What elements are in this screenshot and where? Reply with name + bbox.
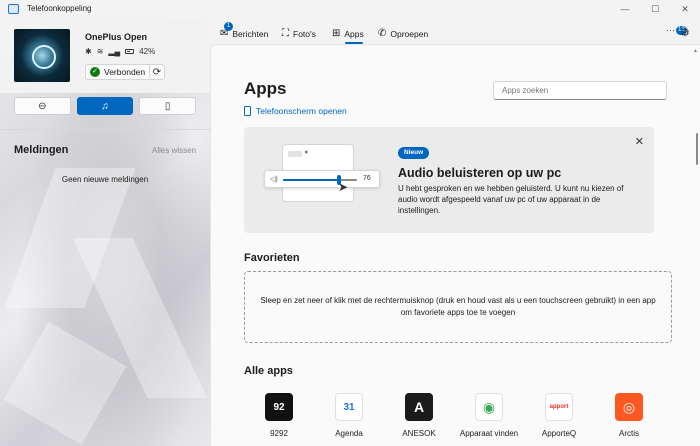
- tab-label: Apps: [344, 28, 364, 39]
- device-name: OnePlus Open: [85, 32, 148, 42]
- notifications-title: Meldingen: [14, 144, 69, 156]
- illustration-chip: [288, 151, 302, 157]
- wallpaper-shard: [3, 321, 127, 445]
- device-status-row: ✱ ≋ ▂▄ 42%: [85, 47, 155, 56]
- app-tile[interactable]: apport ApporteQ: [524, 393, 594, 438]
- device-card: OnePlus Open ✱ ≋ ▂▄ 42% ✓ Verbonden ⟳: [0, 18, 210, 93]
- tab-apps[interactable]: ⊞ Apps: [332, 28, 364, 39]
- tab-label: Oproepen: [390, 28, 429, 39]
- minimize-button[interactable]: —: [610, 0, 640, 18]
- cursor-icon: ➤: [338, 180, 349, 194]
- app-grid: 92 9292 31 Agenda A ANESOK ◉ Apparaat vinden app…: [244, 393, 684, 443]
- gear-icon[interactable]: ⚙: [680, 26, 690, 39]
- all-apps-title: Alle apps: [244, 365, 293, 377]
- window-title: Telefoonkoppeling: [27, 4, 92, 13]
- app-icon: ◉: [475, 393, 503, 421]
- title-bar: Telefoonkoppeling — ☐ ✕: [0, 0, 700, 18]
- app-tile[interactable]: 31 Agenda: [314, 393, 384, 438]
- app-tile[interactable]: ◉ Apparaat vinden: [454, 393, 524, 438]
- divider: [0, 129, 210, 130]
- message-icon: ✉ 1: [220, 22, 233, 39]
- app-label: Apparaat vinden: [459, 429, 519, 438]
- tab-label: Foto's: [293, 28, 316, 39]
- tab-fotos[interactable]: ⛶ Foto's: [282, 28, 316, 39]
- main-content: Apps Telefoonscherm openen ✕ 🔈︎ ◁) 76 ➤ …: [210, 44, 700, 446]
- volume-fill: [283, 179, 340, 181]
- check-icon: ✓: [90, 67, 100, 77]
- new-badge: Nieuw: [398, 147, 430, 159]
- tab-oproepen[interactable]: ✆ Oproepen: [378, 28, 428, 39]
- device-wallpaper-thumbnail: [14, 29, 70, 82]
- nav-tabs: ✉ 1 Berichten ⛶ Foto's ⊞ Apps ✆ Oproepen …: [210, 18, 700, 44]
- phone-call-icon: ✆: [378, 28, 387, 39]
- clear-all-button[interactable]: Alles wissen: [152, 146, 196, 155]
- quick-actions: ⊖ ♫ ▯: [14, 97, 197, 115]
- audio-promo-card: ✕ 🔈︎ ◁) 76 ➤ Nieuw Audio beluisteren op …: [244, 127, 654, 233]
- close-window-button[interactable]: ✕: [670, 0, 700, 18]
- app-search-input[interactable]: [493, 81, 667, 100]
- scroll-up-icon[interactable]: ▲: [693, 48, 698, 54]
- bluetooth-icon: ✱: [85, 47, 92, 56]
- audio-illustration: 🔈︎ ◁) 76 ➤: [264, 144, 380, 210]
- page-title: Apps: [244, 79, 287, 98]
- left-panel: OnePlus Open ✱ ≋ ▂▄ 42% ✓ Verbonden ⟳ ⊖ …: [0, 18, 210, 446]
- app-tile[interactable]: A ANESOK: [384, 393, 454, 438]
- volume-value: 76: [363, 175, 371, 182]
- do-not-disturb-button[interactable]: ⊖: [14, 97, 71, 115]
- dnd-icon: ⊖: [38, 100, 47, 112]
- tab-berichten[interactable]: ✉ 1 Berichten: [220, 22, 269, 39]
- audio-player-button[interactable]: ♫: [76, 97, 134, 115]
- app-icon: A: [405, 393, 433, 421]
- signal-icon: ▂▄: [108, 47, 121, 56]
- app-icon: ◎: [615, 393, 643, 421]
- app-label: Arctis: [619, 429, 639, 438]
- connection-status-label: Verbonden: [104, 67, 146, 77]
- favorites-title: Favorieten: [244, 252, 300, 264]
- photo-icon: ⛶: [282, 28, 289, 39]
- favorites-hint: Sleep en zet neer of klik met de rechter…: [260, 296, 656, 317]
- phone-link-app-icon: [8, 4, 19, 14]
- open-phone-screen-link[interactable]: Telefoonscherm openen: [244, 106, 347, 116]
- app-label: ApporteQ: [541, 429, 577, 438]
- speaker-icon: ◁): [270, 176, 278, 183]
- wifi-icon: ≋: [96, 47, 104, 56]
- phone-screen-icon: [244, 106, 251, 116]
- tab-label: Berichten: [232, 28, 269, 39]
- promo-description: U hebt gesproken en we hebben geluisterd…: [398, 184, 624, 215]
- connection-status-button[interactable]: ✓ Verbonden: [85, 64, 153, 80]
- message-count-badge: 1: [224, 22, 233, 31]
- maximize-button[interactable]: ☐: [640, 0, 670, 18]
- speaker-icon: 🔈︎: [305, 149, 310, 156]
- close-icon[interactable]: ✕: [635, 135, 644, 148]
- app-label: 9292: [270, 429, 288, 438]
- battery-icon: [125, 49, 135, 54]
- app-label: Agenda: [335, 429, 363, 438]
- app-icon: apport: [545, 393, 573, 421]
- music-icon: ♫: [101, 100, 109, 112]
- sync-button[interactable]: ⟳: [149, 64, 165, 80]
- phone-audio-button[interactable]: ▯: [139, 97, 197, 115]
- refresh-icon: ⟳: [152, 66, 162, 78]
- open-phone-screen-label: Telefoonscherm openen: [256, 106, 347, 116]
- volume-slider-illustration: ◁) 76: [264, 170, 380, 188]
- more-icon: ···: [666, 25, 675, 35]
- apps-grid-icon: ⊞: [332, 28, 341, 39]
- app-icon: 31: [335, 393, 363, 421]
- app-label: ANESOK: [402, 429, 436, 438]
- app-tile[interactable]: 92 9292: [244, 393, 314, 438]
- promo-title: Audio beluisteren op uw pc: [398, 166, 562, 180]
- app-tile[interactable]: ◎ Arctis: [594, 393, 664, 438]
- phone-audio-icon: ▯: [164, 100, 171, 112]
- scrollbar-thumb[interactable]: [696, 133, 698, 165]
- app-icon: 92: [265, 393, 293, 421]
- no-notifications-text: Geen nieuwe meldingen: [61, 175, 149, 184]
- battery-level: 42%: [139, 47, 156, 56]
- favorites-drop-zone[interactable]: Sleep en zet neer of klik met de rechter…: [244, 271, 672, 343]
